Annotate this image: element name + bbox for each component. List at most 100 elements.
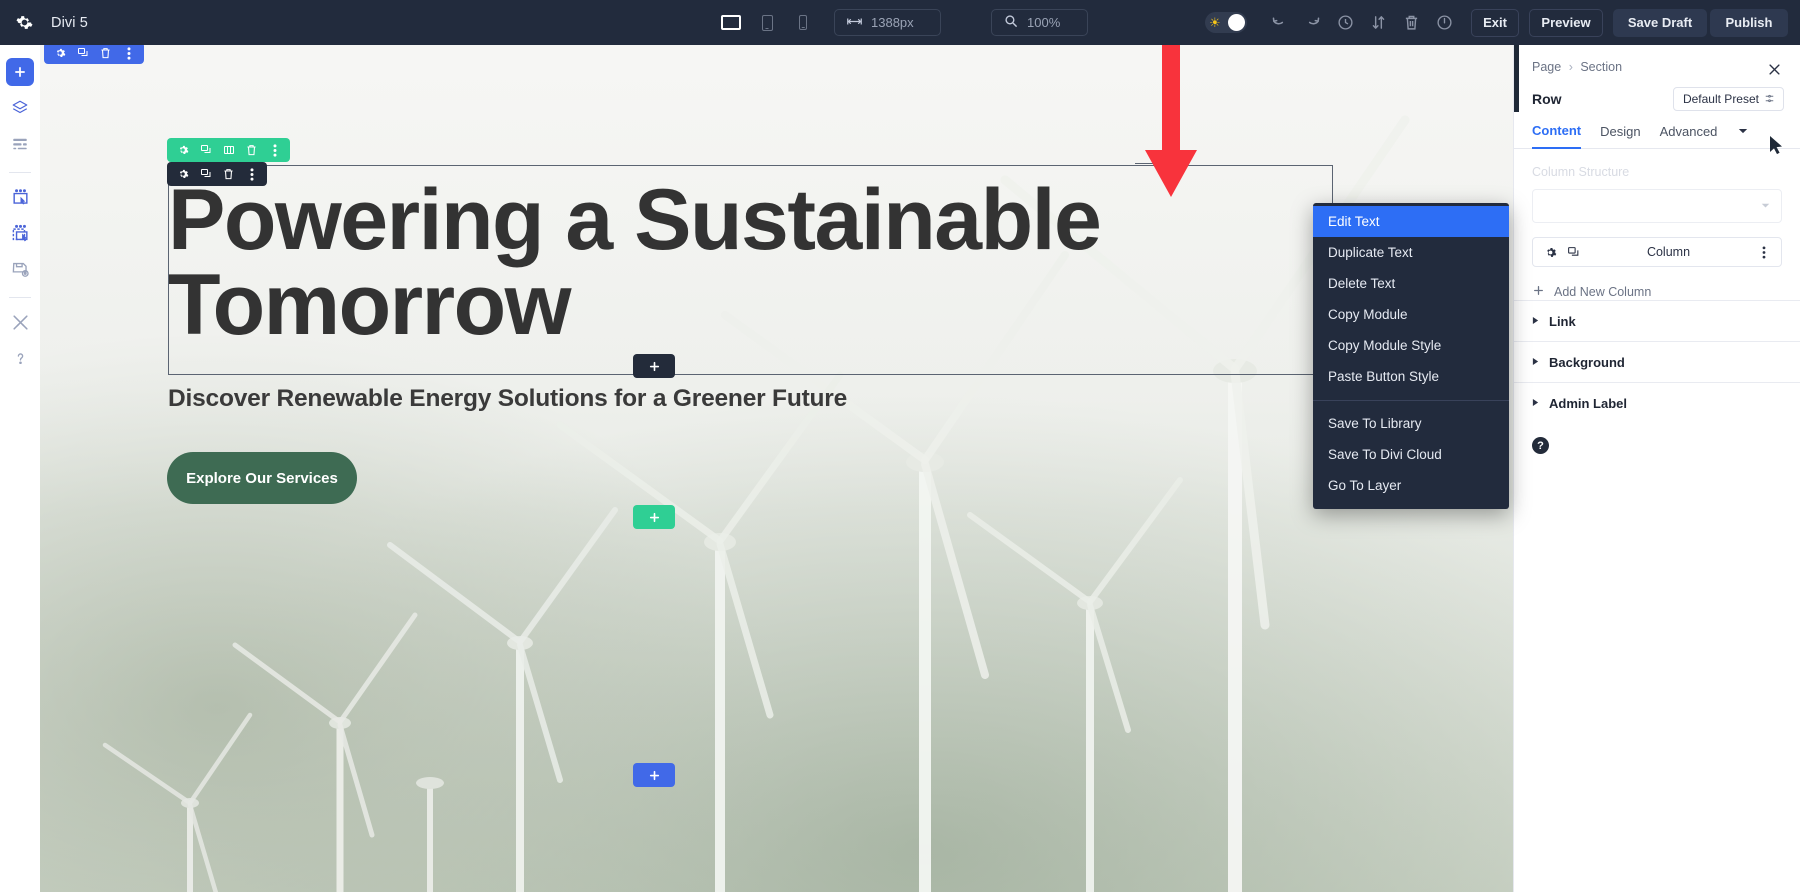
context-menu-item-paste-button-style[interactable]: Paste Button Style: [1313, 361, 1509, 392]
tab-content[interactable]: Content: [1532, 123, 1582, 149]
tab-advanced[interactable]: Advanced: [1660, 124, 1718, 148]
context-menu-item-copy-module[interactable]: Copy Module: [1313, 299, 1509, 330]
accordion-admin-label[interactable]: Admin Label: [1514, 382, 1800, 423]
phone-view-button[interactable]: [790, 10, 816, 36]
tools-button[interactable]: [6, 308, 34, 336]
publish-button[interactable]: Publish: [1710, 8, 1788, 37]
arrows-horizontal-icon: [847, 15, 862, 30]
context-menu-item-delete-text[interactable]: Delete Text: [1313, 268, 1509, 299]
power-button[interactable]: [1428, 6, 1461, 39]
context-menu-item-go-to-layer[interactable]: Go To Layer: [1313, 470, 1509, 501]
wireframe-button[interactable]: [6, 130, 34, 158]
left-rail: [0, 45, 40, 892]
zoom-field[interactable]: 100%: [991, 9, 1088, 36]
preset-selector[interactable]: Default Preset: [1672, 87, 1784, 111]
dots-vertical-icon[interactable]: [245, 167, 258, 181]
magnifier-icon: [1004, 14, 1018, 31]
explore-services-button[interactable]: Explore Our Services: [167, 452, 357, 504]
add-new-column-label: Add New Column: [1554, 285, 1652, 299]
duplicate-icon[interactable]: [199, 167, 212, 181]
accordion-background-label: Background: [1549, 354, 1625, 370]
page-corner-toolbar[interactable]: [44, 42, 144, 64]
mouse-pointer-icon: [1769, 135, 1784, 161]
trash-icon[interactable]: [245, 143, 258, 157]
context-menu-item-save-to-library[interactable]: Save To Library: [1313, 408, 1509, 439]
column-label: Column: [1646, 245, 1691, 259]
breadcrumb-section[interactable]: Section: [1580, 60, 1622, 74]
hero-headline[interactable]: Powering a Sustainable Tomorrow: [168, 177, 1228, 348]
panel-title-row: Row Default Preset: [1514, 78, 1800, 111]
accordion-link-label: Link: [1549, 313, 1576, 329]
viewport-width-field[interactable]: 1388px: [834, 9, 941, 36]
gear-icon[interactable]: [176, 143, 189, 157]
trash-icon[interactable]: [222, 167, 235, 181]
plus-icon: [1532, 284, 1545, 300]
trash-icon[interactable]: [99, 46, 112, 60]
trash-button[interactable]: [1395, 6, 1428, 39]
chevron-down-icon[interactable]: [1738, 127, 1748, 146]
save-draft-button[interactable]: Save Draft: [1613, 8, 1707, 37]
sun-icon: ☀: [1209, 15, 1221, 30]
hero-subheadline[interactable]: Discover Renewable Energy Solutions for …: [168, 385, 847, 413]
duplicate-icon[interactable]: [199, 143, 212, 157]
select-module-button[interactable]: [6, 183, 34, 211]
redo-button[interactable]: [1296, 6, 1329, 39]
multiselect-button[interactable]: [6, 219, 34, 247]
panel-header: Page › Section: [1514, 45, 1800, 78]
panel-tabs: Content Design Advanced: [1514, 111, 1800, 149]
help-icon[interactable]: ?: [1532, 437, 1549, 454]
breadcrumb[interactable]: Page › Section: [1532, 60, 1622, 74]
theme-toggle[interactable]: ☀: [1205, 12, 1247, 33]
toggle-knob: [1228, 14, 1245, 31]
context-menu-item-duplicate-text[interactable]: Duplicate Text: [1313, 237, 1509, 268]
context-menu-divider: [1313, 400, 1509, 401]
duplicate-icon[interactable]: [76, 46, 89, 60]
add-module-chip-dark[interactable]: [633, 354, 675, 378]
add-section-chip-blue[interactable]: [633, 763, 675, 787]
save-layout-button[interactable]: [6, 255, 34, 283]
help-button[interactable]: [6, 344, 34, 372]
responsive-sort-button[interactable]: [1362, 6, 1395, 39]
gear-icon[interactable]: [176, 167, 189, 181]
accordion-background[interactable]: Background: [1514, 341, 1800, 382]
breadcrumb-page[interactable]: Page: [1532, 60, 1561, 74]
context-menu-item-save-to-divi-cloud[interactable]: Save To Divi Cloud: [1313, 439, 1509, 470]
page-title: Row: [1532, 91, 1562, 107]
module-context-menu[interactable]: Edit Text Duplicate Text Delete Text Cop…: [1313, 203, 1509, 509]
column-structure-select[interactable]: [1532, 189, 1782, 223]
desktop-view-button[interactable]: [718, 10, 744, 36]
page-canvas[interactable]: Powering a Sustainable Tomorrow Discover…: [40, 45, 1513, 892]
top-toolbar: Divi 5 1388px 100% ☀ Exit Preview Save D…: [0, 0, 1800, 45]
add-row-chip-green[interactable]: [633, 505, 675, 529]
rail-divider-2: [9, 297, 31, 298]
preview-button[interactable]: Preview: [1529, 8, 1603, 37]
column-structure-label: Column Structure: [1532, 165, 1630, 179]
chevron-right-icon: [1532, 357, 1539, 368]
context-menu-item-edit-text[interactable]: Edit Text: [1313, 206, 1509, 237]
columns-icon[interactable]: [222, 143, 235, 157]
exit-button[interactable]: Exit: [1471, 8, 1519, 37]
accordion-link[interactable]: Link: [1514, 300, 1800, 341]
module-toolbar[interactable]: [167, 162, 267, 186]
row-toolbar[interactable]: [167, 138, 290, 162]
tab-design[interactable]: Design: [1600, 124, 1640, 148]
gear-icon[interactable]: [13, 12, 35, 34]
layers-button[interactable]: [6, 94, 34, 122]
undo-button[interactable]: [1263, 6, 1296, 39]
context-menu-item-copy-module-style[interactable]: Copy Module Style: [1313, 330, 1509, 361]
tablet-view-button[interactable]: [754, 10, 780, 36]
preset-icon: [1765, 92, 1774, 106]
add-new-column-button[interactable]: Add New Column: [1532, 284, 1782, 300]
duplicate-icon[interactable]: [1566, 245, 1581, 260]
rail-divider-1: [9, 172, 31, 173]
close-icon[interactable]: [1765, 60, 1783, 78]
panel-accent-bar: [1514, 45, 1519, 112]
dots-vertical-icon[interactable]: [1756, 245, 1771, 260]
gear-icon[interactable]: [1543, 245, 1558, 260]
history-button[interactable]: [1329, 6, 1362, 39]
gear-icon[interactable]: [53, 46, 66, 60]
add-element-button[interactable]: [6, 58, 34, 86]
dots-vertical-icon[interactable]: [268, 143, 281, 157]
column-list-item[interactable]: Column: [1532, 237, 1782, 267]
dots-vertical-icon[interactable]: [122, 46, 135, 60]
